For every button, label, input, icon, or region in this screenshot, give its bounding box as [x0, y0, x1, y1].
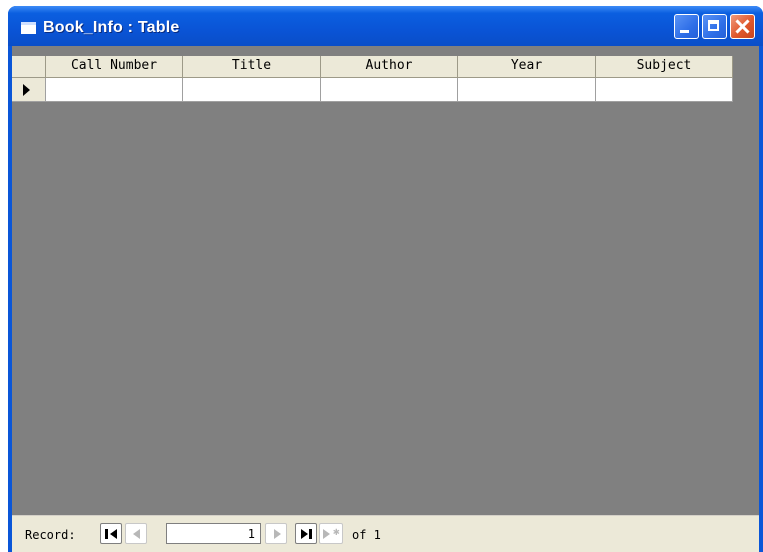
record-navigation-bar: Record: 1 ✱ of 1: [12, 515, 759, 552]
next-record-button[interactable]: [265, 523, 287, 544]
column-header-subject[interactable]: Subject: [596, 56, 733, 78]
column-header-year[interactable]: Year: [458, 56, 596, 78]
previous-record-button[interactable]: [125, 523, 147, 544]
column-header-title[interactable]: Title: [183, 56, 321, 78]
table-window: Book_Info : Table Call Number Title Auth…: [8, 6, 763, 552]
row-selector-arrow-icon: [23, 84, 30, 96]
current-record-input[interactable]: [166, 523, 261, 544]
row-selector[interactable]: [12, 78, 46, 102]
table-row: [12, 78, 733, 102]
close-button[interactable]: [730, 14, 755, 39]
column-header-row: Call Number Title Author Year Subject: [12, 56, 733, 78]
title-bar[interactable]: Book_Info : Table: [8, 6, 763, 46]
first-record-button[interactable]: [100, 523, 122, 544]
datasheet-grid: Call Number Title Author Year Subject: [12, 56, 733, 102]
cell-call-number[interactable]: [46, 78, 183, 102]
window-title: Book_Info : Table: [43, 19, 180, 36]
new-record-button[interactable]: ✱: [319, 523, 343, 544]
last-record-button[interactable]: [295, 523, 317, 544]
table-icon: [21, 22, 36, 34]
minimize-button[interactable]: [674, 14, 699, 39]
datasheet-area: Call Number Title Author Year Subject Re…: [12, 46, 759, 552]
record-total-label: of 1: [352, 528, 381, 542]
column-header-call-number[interactable]: Call Number: [46, 56, 183, 78]
cell-subject[interactable]: [596, 78, 733, 102]
cell-year[interactable]: [458, 78, 596, 102]
column-header-author[interactable]: Author: [321, 56, 458, 78]
maximize-button[interactable]: [702, 14, 727, 39]
select-all-corner[interactable]: [12, 56, 46, 78]
cell-title[interactable]: [183, 78, 321, 102]
cell-author[interactable]: [321, 78, 458, 102]
record-label: Record:: [25, 528, 76, 542]
